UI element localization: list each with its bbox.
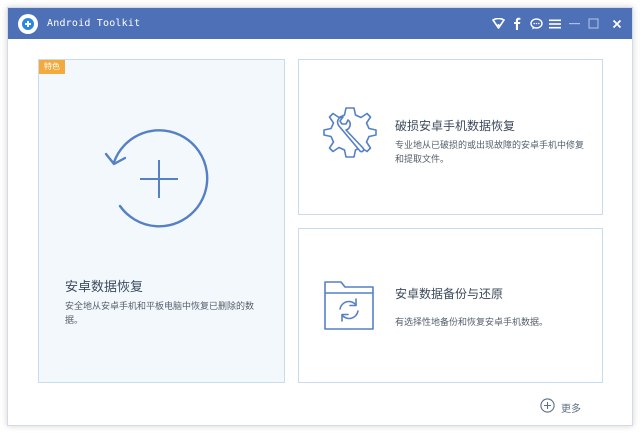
close-icon[interactable]	[606, 13, 628, 35]
folder-sync-icon	[323, 279, 375, 335]
more-button[interactable]: 更多	[540, 398, 581, 416]
wifi-icon[interactable]	[490, 16, 506, 32]
card-title: 破损安卓手机数据恢复	[395, 119, 516, 133]
title-bar: Android Toolkit	[8, 8, 632, 39]
app-window: Android Toolkit 特色 安卓数据恢复 安全地从安卓手机和平板电脑中…	[7, 7, 633, 426]
android-backup-restore-card[interactable]: 安卓数据备份与还原 有选择性地备份和恢复安卓手机数据。	[298, 228, 603, 383]
menu-icon[interactable]	[547, 16, 563, 32]
card-description: 专业地从已破损的或出现故障的安卓手机中修复和提取文件。	[395, 141, 585, 165]
android-data-recovery-card[interactable]: 特色 安卓数据恢复 安全地从安卓手机和平板电脑中恢复已删除的数据。	[38, 59, 285, 383]
featured-badge: 特色	[39, 60, 65, 74]
more-label: 更多	[561, 403, 581, 415]
restore-add-icon	[99, 118, 219, 242]
app-logo-icon	[18, 13, 38, 34]
broken-android-recovery-card[interactable]: 破损安卓手机数据恢复 专业地从已破损的或出现故障的安卓手机中修复和提取文件。	[298, 59, 603, 215]
chat-icon[interactable]	[528, 16, 544, 32]
maximize-icon[interactable]	[585, 16, 601, 32]
card-title: 安卓数据备份与还原	[395, 287, 504, 301]
gear-wrench-icon	[319, 104, 381, 170]
titlebar-controls	[487, 8, 628, 39]
facebook-icon[interactable]	[509, 16, 525, 32]
minimize-icon[interactable]	[566, 16, 582, 32]
card-description: 有选择性地备份和恢复安卓手机数据。	[395, 318, 549, 328]
card-title: 安卓数据恢复	[65, 280, 144, 295]
app-title: Android Toolkit	[47, 18, 141, 29]
plus-circle-icon	[540, 398, 561, 416]
card-description: 安全地从安卓手机和平板电脑中恢复已删除的数据。	[65, 302, 255, 326]
